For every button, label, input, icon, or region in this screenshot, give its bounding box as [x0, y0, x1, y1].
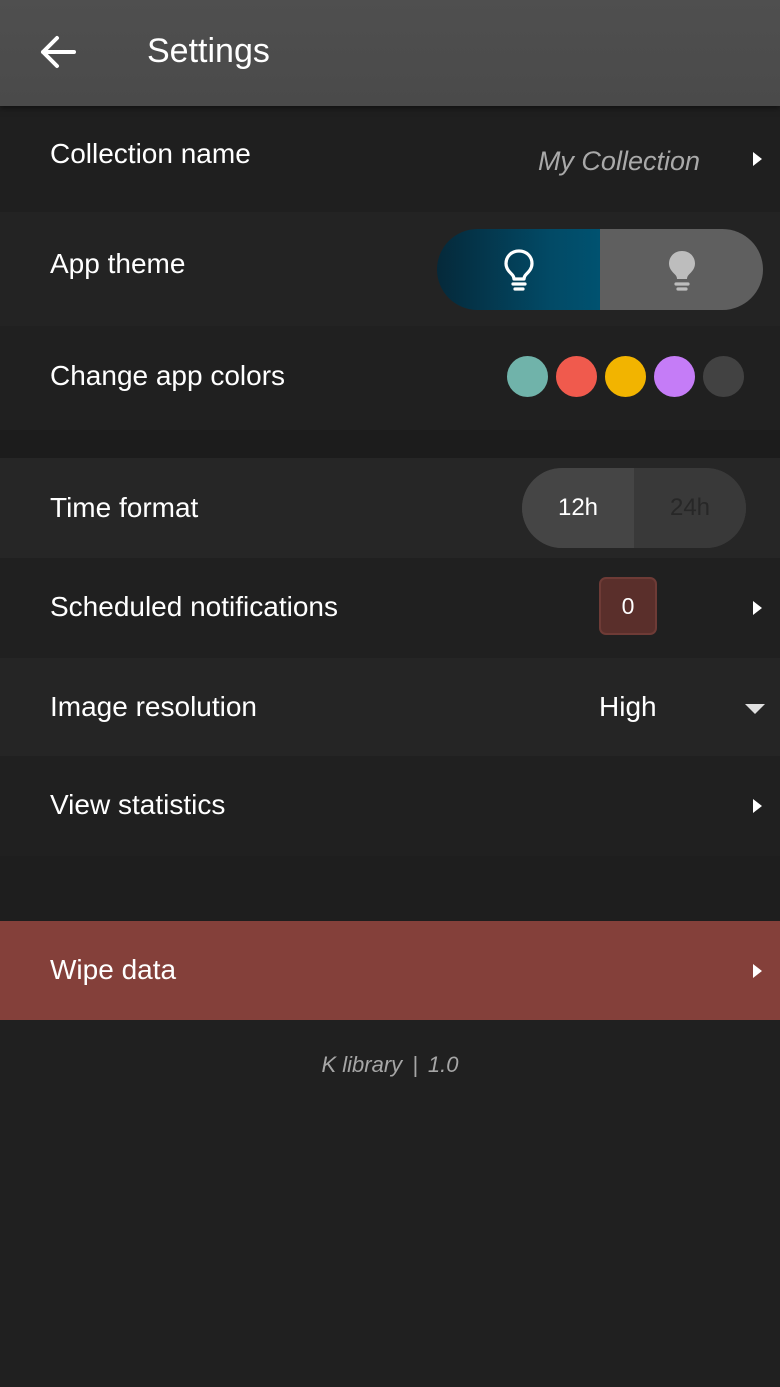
app-colors-label: Change app colors	[50, 360, 286, 391]
wipe-data-label: Wipe data	[50, 954, 177, 985]
app-theme-label: App theme	[50, 248, 186, 279]
time-format-label: Time format	[50, 492, 199, 523]
theme-light-option[interactable]	[600, 229, 763, 310]
color-swatch-teal[interactable]	[507, 356, 548, 397]
notification-count-badge: 0	[599, 577, 657, 635]
app-theme-row: App theme	[0, 212, 780, 326]
time-format-row: Time format 12h 24h	[0, 458, 780, 558]
chevron-right-icon	[753, 601, 762, 615]
color-swatch-red[interactable]	[556, 356, 597, 397]
app-name: K library	[321, 1052, 403, 1077]
caret-down-icon[interactable]	[745, 704, 765, 714]
scheduled-notifications-label: Scheduled notifications	[50, 591, 338, 622]
section-divider	[0, 430, 780, 458]
image-resolution-select[interactable]: High	[599, 691, 657, 723]
app-version-footer: K library | 1.0	[0, 1052, 780, 1078]
time-format-12h-option[interactable]: 12h	[522, 468, 634, 548]
view-statistics-label: View statistics	[50, 789, 226, 820]
app-bar: Settings	[0, 0, 780, 106]
settings-screen: Settings Collection name My Collection A…	[0, 0, 780, 1387]
lightbulb-filled-icon	[668, 250, 695, 291]
wipe-data-row[interactable]: Wipe data	[0, 921, 780, 1020]
footer-separator: |	[412, 1052, 418, 1077]
collection-name-value: My Collection	[537, 146, 700, 176]
theme-dark-option[interactable]	[437, 229, 600, 310]
app-colors-row: Change app colors	[0, 326, 780, 430]
color-swatch-purple[interactable]	[654, 356, 695, 397]
chevron-right-icon	[753, 799, 762, 813]
color-swatches	[507, 356, 744, 397]
arrow-left-icon	[41, 36, 76, 68]
scheduled-notifications-row[interactable]: Scheduled notifications 0	[0, 558, 780, 658]
time-format-24h-option[interactable]: 24h	[634, 468, 746, 548]
image-resolution-row[interactable]: Image resolution High	[0, 658, 780, 756]
color-swatch-amber[interactable]	[605, 356, 646, 397]
back-button[interactable]	[30, 24, 86, 80]
time-format-toggle: 12h 24h	[522, 468, 746, 548]
theme-toggle	[437, 229, 763, 310]
color-swatch-gray[interactable]	[703, 356, 744, 397]
app-version: 1.0	[427, 1052, 459, 1077]
chevron-right-icon	[753, 964, 762, 978]
image-resolution-label: Image resolution	[50, 691, 258, 722]
page-title: Settings	[147, 32, 270, 70]
lightbulb-outline-icon	[503, 248, 534, 291]
chevron-right-icon	[753, 152, 762, 166]
section-spacer	[0, 856, 780, 921]
view-statistics-row[interactable]: View statistics	[0, 756, 780, 856]
collection-name-label: Collection name	[50, 138, 251, 169]
collection-name-row[interactable]: Collection name My Collection	[0, 106, 780, 212]
